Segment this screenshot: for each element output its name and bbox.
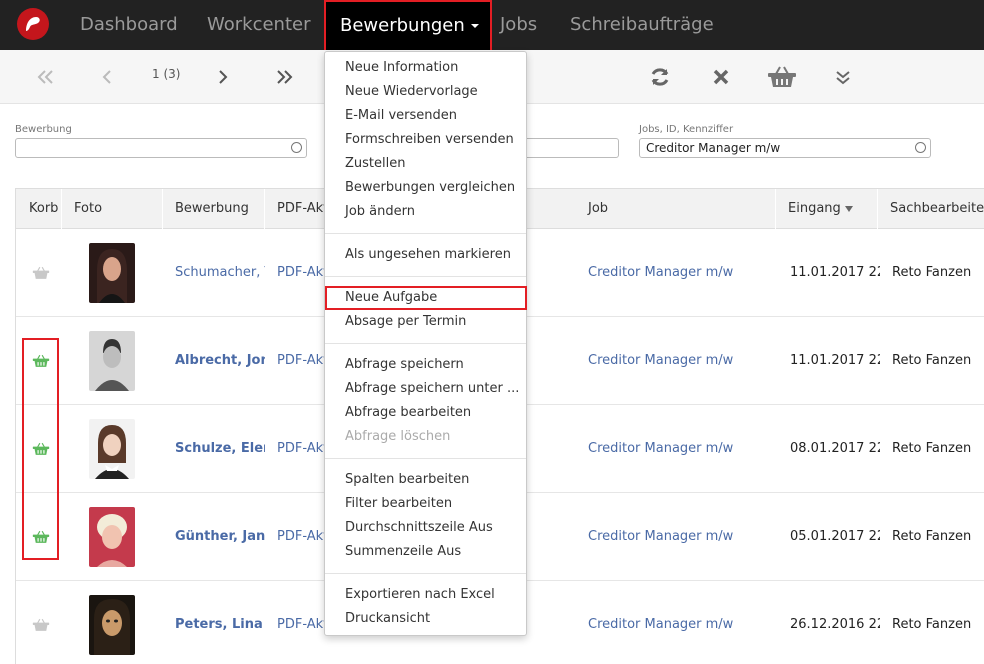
received-date: 26.12.2016 22: <box>790 617 880 632</box>
job-link[interactable]: Creditor Manager m/w <box>588 317 778 405</box>
received-date: 11.01.2017 22: <box>790 353 880 368</box>
pager-text: 1 (3) <box>152 67 181 81</box>
job-link[interactable]: Creditor Manager m/w <box>588 493 778 581</box>
nav-schreibauftraege[interactable]: Schreibaufträge <box>570 0 714 50</box>
job-link[interactable]: Creditor Manager m/w <box>588 581 778 664</box>
job-link[interactable]: Creditor Manager m/w <box>588 405 778 493</box>
received-date: 05.01.2017 22: <box>790 529 880 544</box>
menu-als-ungesehen-markieren[interactable]: Als ungesehen markieren <box>345 244 511 266</box>
applicant-photo <box>89 331 135 391</box>
menu-filter-bearbeiten[interactable]: Filter bearbeiten <box>345 493 452 515</box>
applicant-name[interactable]: Schumacher, T <box>175 229 265 317</box>
sort-desc-icon <box>844 205 853 212</box>
menu-bewerbungen-vergleichen[interactable]: Bewerbungen vergleichen <box>345 177 515 199</box>
neue-aufgabe-highlight-box <box>325 286 527 310</box>
search-circle-icon <box>915 142 926 153</box>
logo-icon[interactable] <box>17 8 49 40</box>
menu-divider <box>325 343 526 344</box>
applicant-name[interactable]: Günther, Jana <box>175 493 265 581</box>
received-date: 08.01.2017 22: <box>790 441 880 456</box>
menu-exportieren-nach-excel[interactable]: Exportieren nach Excel <box>345 584 495 606</box>
first-page-icon[interactable] <box>36 64 56 90</box>
last-page-icon[interactable] <box>274 64 294 90</box>
bewerbungen-dropdown-menu: Neue Information Neue Wiedervorlage E-Ma… <box>324 51 527 636</box>
menu-formschreiben-versenden[interactable]: Formschreiben versenden <box>345 129 514 151</box>
menu-spalten-bearbeiten[interactable]: Spalten bearbeiten <box>345 469 469 491</box>
refresh-icon[interactable] <box>648 64 672 90</box>
menu-divider <box>325 233 526 234</box>
jobs-filter-input[interactable] <box>639 138 931 158</box>
menu-zustellen[interactable]: Zustellen <box>345 153 405 175</box>
caret-down-icon <box>470 24 479 28</box>
pdf-link[interactable]: PDF-Akt <box>277 317 325 405</box>
nav-jobs[interactable]: Jobs <box>500 0 537 50</box>
prev-page-icon[interactable] <box>100 64 114 90</box>
pdf-link[interactable]: PDF-Akt <box>277 405 325 493</box>
menu-divider <box>325 276 526 277</box>
menu-abfrage-speichern-unter[interactable]: Abfrage speichern unter ... <box>345 378 519 400</box>
menu-divider <box>325 458 526 459</box>
col-foto[interactable]: Foto <box>62 189 163 229</box>
jobs-filter-label: Jobs, ID, Kennziffer <box>639 124 734 135</box>
col-job[interactable]: Job <box>576 189 776 229</box>
bewerbung-filter-input[interactable] <box>15 138 307 158</box>
menu-druckansicht[interactable]: Druckansicht <box>345 608 430 630</box>
bewerbung-filter-label: Bewerbung <box>15 124 72 135</box>
menu-durchschnittszeile-aus[interactable]: Durchschnittszeile Aus <box>345 517 493 539</box>
col-bewerbung[interactable]: Bewerbung <box>163 189 265 229</box>
basket-highlight-box <box>22 338 59 560</box>
applicant-photo <box>89 507 135 567</box>
menu-neue-wiedervorlage[interactable]: Neue Wiedervorlage <box>345 81 478 103</box>
received-date: 11.01.2017 22: <box>790 265 880 280</box>
app-window: Dashboard Workcenter Bewerbungen Jobs Sc… <box>0 0 984 664</box>
basket-empty-icon[interactable] <box>32 265 50 284</box>
pdf-link[interactable]: PDF-Akt <box>277 581 325 664</box>
search-circle-icon <box>291 142 302 153</box>
col-eingang[interactable]: Eingang <box>776 189 878 229</box>
basket-icon[interactable] <box>766 64 798 90</box>
nav-dashboard[interactable]: Dashboard <box>80 0 178 50</box>
nav-bewerbungen-label: Bewerbungen <box>340 15 465 36</box>
menu-summenzeile-aus[interactable]: Summenzeile Aus <box>345 541 461 563</box>
nav-workcenter[interactable]: Workcenter <box>207 0 311 50</box>
col-sachbearbeiter[interactable]: Sachbearbeiter <box>878 189 984 229</box>
pdf-link[interactable]: PDF-Akt <box>277 493 325 581</box>
owner: Reto Fanzen <box>892 265 972 280</box>
owner: Reto Fanzen <box>892 529 972 544</box>
menu-email-versenden[interactable]: E-Mail versenden <box>345 105 457 127</box>
menu-divider <box>325 573 526 574</box>
basket-empty-icon[interactable] <box>32 617 50 636</box>
applicant-name[interactable]: Schulze, Elena <box>175 405 265 493</box>
owner: Reto Fanzen <box>892 617 972 632</box>
menu-abfrage-speichern[interactable]: Abfrage speichern <box>345 354 464 376</box>
expand-icon[interactable] <box>834 64 852 90</box>
applicant-photo <box>89 419 135 479</box>
col-pdf[interactable]: PDF-Akt <box>265 189 328 229</box>
applicant-photo <box>89 243 135 303</box>
job-link[interactable]: Creditor Manager m/w <box>588 229 778 317</box>
menu-job-aendern[interactable]: Job ändern <box>345 201 415 223</box>
applicant-name[interactable]: Albrecht, Jona <box>175 317 265 405</box>
applicant-photo <box>89 595 135 655</box>
applicant-name[interactable]: Peters, Lina <box>175 581 265 664</box>
pdf-link[interactable]: PDF-Akt <box>277 229 325 317</box>
menu-neue-information[interactable]: Neue Information <box>345 57 458 79</box>
menu-abfrage-bearbeiten[interactable]: Abfrage bearbeiten <box>345 402 471 424</box>
col-korb[interactable]: Korb <box>16 189 62 229</box>
owner: Reto Fanzen <box>892 441 972 456</box>
menu-abfrage-loeschen: Abfrage löschen <box>345 429 451 444</box>
col-eingang-label: Eingang <box>788 201 841 216</box>
next-page-icon[interactable] <box>216 64 230 90</box>
nav-bewerbungen[interactable]: Bewerbungen <box>324 0 492 52</box>
menu-absage-per-termin[interactable]: Absage per Termin <box>345 311 466 333</box>
close-icon[interactable] <box>710 64 732 90</box>
top-navigation: Dashboard Workcenter Bewerbungen Jobs Sc… <box>0 0 984 52</box>
owner: Reto Fanzen <box>892 353 972 368</box>
